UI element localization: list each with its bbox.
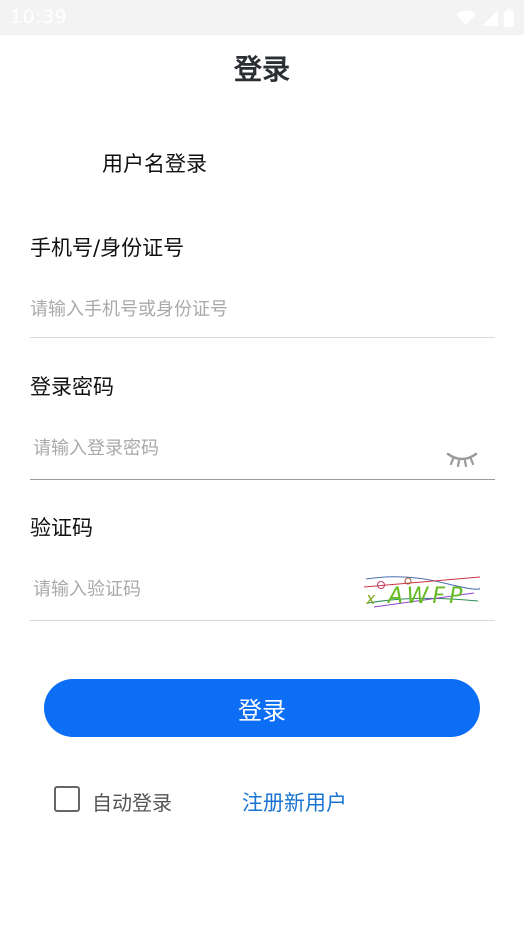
login-button[interactable]: 登录 [44, 679, 480, 737]
page-title: 登录 [233, 53, 290, 86]
auto-login-checkbox[interactable] [54, 786, 80, 812]
status-bar: 10:39 [0, 0, 524, 35]
password-underline [30, 479, 495, 480]
register-link[interactable]: 注册新用户 [242, 787, 347, 817]
signal-icon [482, 10, 498, 26]
captcha-image[interactable]: x AWFP [364, 573, 480, 609]
eye-closed-icon[interactable] [446, 450, 478, 468]
tab-username-login[interactable]: 用户名登录 [102, 148, 207, 178]
captcha-input[interactable] [33, 569, 353, 609]
captcha-label: 验证码 [30, 516, 93, 540]
account-input[interactable] [30, 289, 495, 329]
password-input[interactable] [33, 428, 433, 468]
auto-login-label[interactable]: 自动登录 [92, 787, 172, 816]
account-underline [30, 337, 495, 338]
password-label: 登录密码 [30, 375, 114, 399]
status-time: 10:39 [10, 6, 68, 28]
battery-icon [504, 9, 514, 27]
account-label: 手机号/身份证号 [30, 236, 185, 260]
captcha-underline [30, 620, 495, 621]
svg-text:x: x [365, 589, 376, 608]
wifi-icon [456, 10, 476, 25]
captcha-text: AWFP [386, 584, 466, 609]
status-icons [456, 9, 514, 27]
